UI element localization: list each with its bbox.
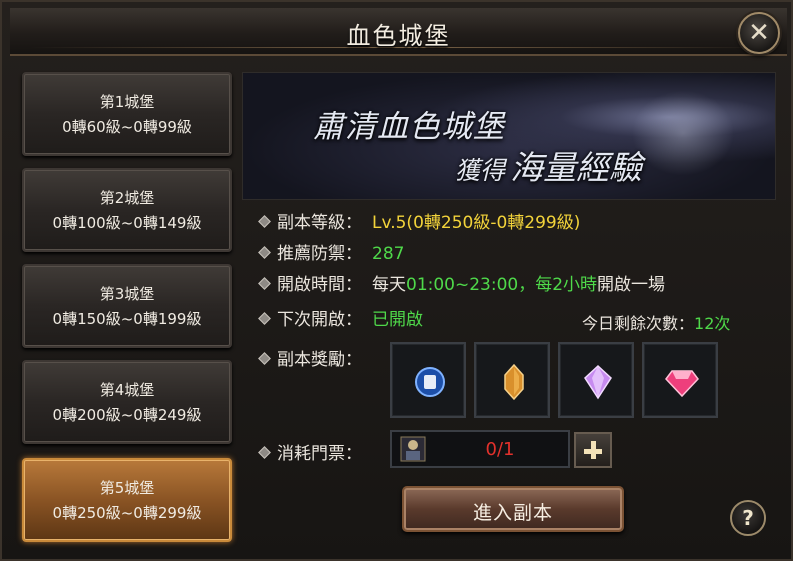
castle-level-range: 0轉150級~0轉199級 <box>52 310 202 328</box>
banner-subline-emphasis: 海量經驗 <box>510 148 643 187</box>
castle-name: 第2城堡 <box>99 189 155 207</box>
purple-gem-icon <box>584 364 612 400</box>
rewards-row: 副本獎勵： <box>258 345 372 371</box>
castle-name: 第4城堡 <box>99 381 155 399</box>
castle-list: 第1城堡 0轉60級~0轉99級 第2城堡 0轉100級~0轉149級 第3城堡… <box>14 64 240 554</box>
ticket-row: 消耗門票： <box>258 439 372 465</box>
castle-level-range: 0轉60級~0轉99級 <box>62 118 192 136</box>
blue-orb-icon <box>415 367 445 397</box>
next-open-row: 下次開啟： 已開啟 <box>258 305 423 331</box>
bullet-icon <box>258 246 271 259</box>
castle-tab-5[interactable]: 第5城堡 0轉250級~0轉299級 <box>22 458 232 542</box>
dungeon-level-value: Lv.5(0轉250級-0轉299級) <box>372 213 581 233</box>
enter-dungeon-label: 進入副本 <box>472 502 553 524</box>
remaining-separator: ： <box>678 314 695 333</box>
pink-diamond-icon <box>665 370 699 398</box>
remaining-value: 12次 <box>694 314 731 333</box>
castle-level-range: 0轉250級~0轉299級 <box>52 504 202 522</box>
castle-level-range: 0轉100級~0轉149級 <box>52 214 202 232</box>
next-open-value: 已開啟 <box>372 310 423 330</box>
castle-name: 第3城堡 <box>99 285 155 303</box>
castle-name: 第1城堡 <box>99 93 155 111</box>
dungeon-detail: 肅清血色城堡 獲得 海量經驗 副本等級： Lv.5(0轉250級-0轉299級) … <box>242 72 778 554</box>
ticket-icon <box>400 436 426 462</box>
open-time-value: 01:00~23:00，每2小時 <box>406 275 598 295</box>
reward-slot-4[interactable] <box>642 342 718 418</box>
row-separator: ： <box>345 350 362 370</box>
bullet-icon <box>258 215 271 228</box>
dialog-frame: 血色城堡 ✕ 第1城堡 0轉60級~0轉99級 第2城堡 0轉100級~0轉14… <box>0 0 793 561</box>
row-separator: ： <box>345 310 362 330</box>
row-label: 推薦防禦 <box>277 244 345 264</box>
ticket-count: 0/1 <box>485 439 515 460</box>
open-time-prefix: 每天 <box>372 275 406 295</box>
dungeon-banner: 肅清血色城堡 獲得 海量經驗 <box>242 72 776 200</box>
banner-subline: 獲得 海量經驗 <box>455 141 642 189</box>
help-button[interactable]: ? <box>730 500 766 536</box>
row-label: 副本獎勵 <box>277 350 345 370</box>
remaining-label: 今日剩餘次數 <box>582 314 679 333</box>
title-bar: 血色城堡 <box>10 8 787 56</box>
castle-level-range: 0轉200級~0轉249級 <box>52 406 202 424</box>
row-separator: ： <box>345 275 362 295</box>
remaining-attempts: 今日剩餘次數：12次 <box>582 310 730 334</box>
reward-slot-3[interactable] <box>558 342 634 418</box>
castle-tab-3[interactable]: 第3城堡 0轉150級~0轉199級 <box>22 264 232 348</box>
close-icon: ✕ <box>748 18 770 48</box>
banner-headline: 肅清血色城堡 <box>313 109 505 145</box>
enter-dungeon-button[interactable]: 進入副本 <box>402 486 624 532</box>
row-separator: ： <box>345 213 362 233</box>
row-separator: ： <box>345 444 362 464</box>
open-time-row: 開啟時間： 每天01:00~23:00，每2小時開啟一場 <box>258 270 666 296</box>
castle-tab-4[interactable]: 第4城堡 0轉200級~0轉249級 <box>22 360 232 444</box>
open-time-suffix: 開啟一場 <box>597 275 666 295</box>
bullet-icon <box>258 277 271 290</box>
bullet-icon <box>258 446 271 459</box>
reward-slot-2[interactable] <box>474 342 550 418</box>
ticket-count-box: 0/1 <box>390 430 570 468</box>
row-label: 下次開啟 <box>277 310 345 330</box>
castle-tab-1[interactable]: 第1城堡 0轉60級~0轉99級 <box>22 72 232 156</box>
recommended-defense-value: 287 <box>372 244 405 264</box>
add-ticket-button[interactable] <box>574 432 612 468</box>
row-separator: ： <box>345 244 362 264</box>
row-label: 副本等級 <box>277 213 345 233</box>
help-icon: ? <box>742 506 754 530</box>
reward-slot-1[interactable] <box>390 342 466 418</box>
bullet-icon <box>258 352 271 365</box>
bullet-icon <box>258 312 271 325</box>
close-button[interactable]: ✕ <box>738 12 780 54</box>
dungeon-level-row: 副本等級： Lv.5(0轉250級-0轉299級) <box>258 208 581 234</box>
castle-tab-2[interactable]: 第2城堡 0轉100級~0轉149級 <box>22 168 232 252</box>
castle-name: 第5城堡 <box>99 479 155 497</box>
amber-crystal-icon <box>504 364 524 400</box>
recommended-defense-row: 推薦防禦： 287 <box>258 239 405 265</box>
row-label: 開啟時間 <box>277 275 345 295</box>
row-label: 消耗門票 <box>277 444 345 464</box>
banner-subline-prefix: 獲得 <box>455 156 506 185</box>
dialog-title: 血色城堡 <box>346 22 451 50</box>
